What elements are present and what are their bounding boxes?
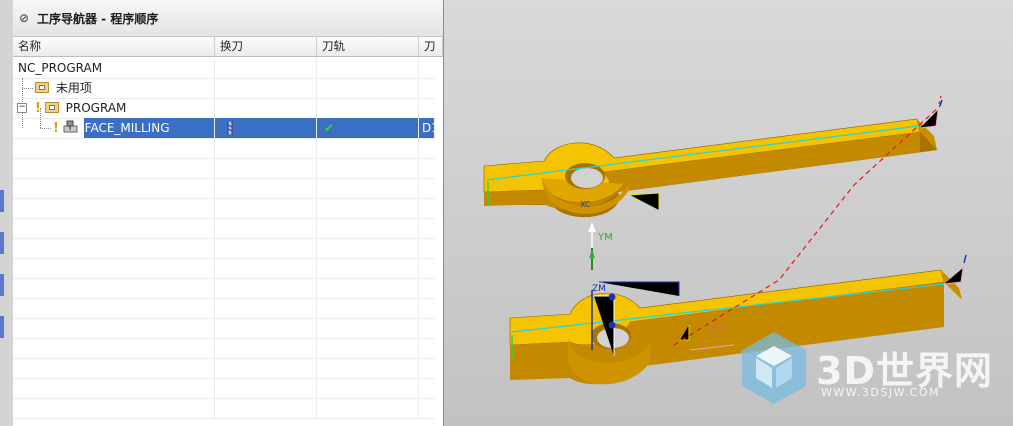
- zm-axis-label: ZM: [592, 284, 606, 294]
- group-folder-icon: [35, 82, 49, 93]
- tree-row-face-milling[interactable]: ! FACE_MILLING ✔ D1: [13, 118, 435, 139]
- column-tool-change[interactable]: 换刀: [215, 37, 317, 56]
- empty-row: [13, 258, 435, 279]
- empty-row: [13, 178, 435, 199]
- program-folder-icon: [44, 102, 59, 113]
- column-header: 名称 换刀 刀轨 刀: [13, 37, 443, 57]
- tool-change-cell: [215, 78, 317, 98]
- graphics-viewport[interactable]: YM YM ZM XC 3D世界网 WWW.3DSJW.COM: [444, 0, 1013, 426]
- empty-row: [13, 378, 435, 399]
- left-resource-bar: [0, 0, 14, 426]
- empty-row: [13, 298, 435, 319]
- tool-value: D1: [422, 121, 434, 135]
- tree-connector: [40, 108, 41, 128]
- empty-row: [13, 158, 435, 179]
- row-name-cell: NC_PROGRAM: [13, 58, 215, 78]
- ym-axis-label-lower: YM: [712, 325, 727, 336]
- navigator-title: 工序导航器 - 程序顺序: [37, 11, 159, 26]
- toolpath-cell: [317, 98, 419, 118]
- toolpath-cell: [317, 58, 419, 78]
- tree-row-nc-program[interactable]: NC_PROGRAM: [13, 58, 435, 79]
- status-key-icon: !: [53, 121, 59, 136]
- empty-row: [13, 278, 435, 299]
- tool-change-cell: [215, 118, 317, 138]
- tool-change-icon: [227, 121, 233, 135]
- column-tool[interactable]: 刀: [419, 37, 443, 56]
- resource-tab[interactable]: [0, 190, 4, 212]
- empty-row: [13, 138, 435, 159]
- tool-change-cell: [215, 98, 317, 118]
- navigator-title-bar: ⊘ 工序导航器 - 程序顺序: [13, 0, 443, 37]
- column-name[interactable]: 名称: [13, 37, 215, 56]
- pin-icon[interactable]: ⊘: [19, 11, 37, 25]
- row-label: 未用项: [55, 81, 92, 95]
- resource-tab[interactable]: [0, 274, 4, 296]
- resource-tab[interactable]: [0, 232, 4, 254]
- check-icon: ✔: [324, 121, 335, 135]
- tree-row-unused[interactable]: 未用项: [13, 78, 435, 99]
- row-label: NC_PROGRAM: [18, 61, 103, 75]
- toolpath-cell: [317, 78, 419, 98]
- watermark-cube-icon: [742, 332, 806, 404]
- operation-icon: [63, 120, 78, 133]
- tree-connector: [40, 128, 51, 129]
- resource-tab[interactable]: [0, 316, 4, 338]
- row-name-cell: 未用项: [13, 78, 215, 98]
- row-name-cell: ! PROGRAM: [13, 98, 215, 118]
- watermark-url: WWW.3DSJW.COM: [821, 386, 940, 399]
- tree-row-program[interactable]: ! PROGRAM: [13, 98, 435, 119]
- column-toolpath[interactable]: 刀轨: [317, 37, 419, 56]
- operation-navigator: ⊘ 工序导航器 - 程序顺序 名称 换刀 刀轨 刀 NC_PROGRAM 未用项…: [13, 0, 444, 426]
- empty-row: [13, 198, 435, 219]
- empty-row: [13, 358, 435, 379]
- tree-connector: [22, 88, 33, 89]
- empty-row: [13, 338, 435, 359]
- ym-axis-label-upper: YM: [598, 232, 613, 243]
- collapse-toggle[interactable]: −: [17, 103, 27, 113]
- row-label: FACE_MILLING: [84, 121, 170, 135]
- tool-change-cell: [215, 58, 317, 78]
- row-label: PROGRAM: [65, 101, 127, 115]
- empty-row: [13, 238, 435, 259]
- empty-row: [13, 398, 435, 419]
- toolpath-status-cell: ✔: [317, 118, 419, 138]
- tool-cell: D1: [419, 118, 435, 138]
- empty-row: [13, 218, 435, 239]
- xc-axis-label: XC: [580, 200, 591, 209]
- empty-row: [13, 318, 435, 339]
